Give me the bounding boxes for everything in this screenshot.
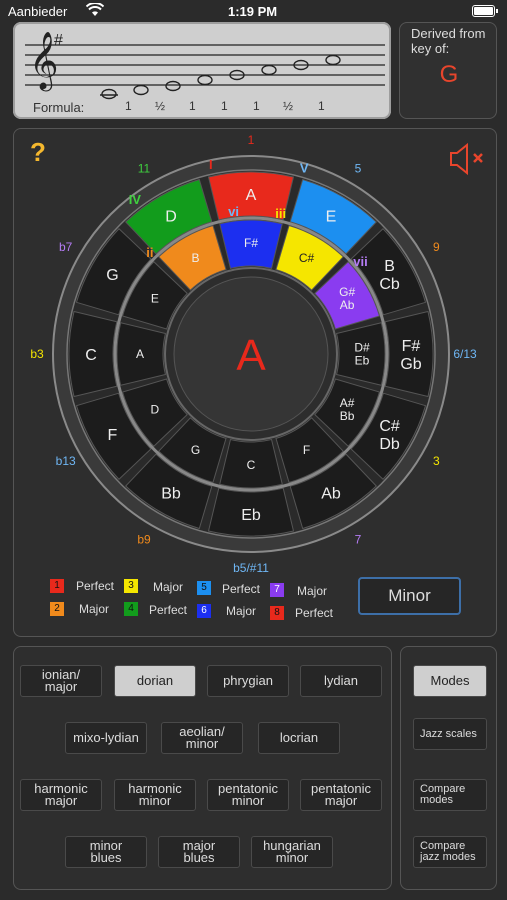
legend-swatch: 2 bbox=[50, 602, 64, 616]
compare-jazz-modes-button[interactable]: Compare jazz modes bbox=[413, 836, 487, 868]
inner-note-label: F# bbox=[244, 236, 258, 250]
legend-label: Major bbox=[226, 604, 257, 618]
inner-note-label: C bbox=[247, 458, 256, 472]
degree-label: b13 bbox=[56, 454, 76, 468]
outer-note-label: A bbox=[246, 187, 257, 204]
outer-note-label: G bbox=[106, 267, 118, 284]
roman-numeral-label: I bbox=[209, 157, 213, 172]
degree-label: b5/#11 bbox=[233, 561, 269, 575]
legend-label: Perfect bbox=[76, 579, 115, 593]
inner-note-label: B bbox=[191, 251, 199, 265]
roman-numeral-label: iii bbox=[275, 206, 286, 221]
degree-label: 6/13 bbox=[453, 347, 477, 361]
scale-button-ionian[interactable]: ionian/ major bbox=[20, 665, 102, 697]
legend-label: Major bbox=[79, 602, 110, 616]
inner-note-label: D# bbox=[354, 341, 370, 355]
center-key-label: A bbox=[236, 331, 266, 380]
degree-label: 5 bbox=[355, 162, 362, 176]
roman-numeral-label: V bbox=[300, 160, 309, 175]
inner-note-label: A bbox=[136, 347, 144, 361]
roman-numeral-label: IV bbox=[129, 192, 142, 207]
legend-swatch: 6 bbox=[197, 604, 211, 618]
legend-label: Perfect bbox=[295, 606, 334, 620]
legend-swatch: 5 bbox=[197, 581, 211, 595]
inner-note-label: G# bbox=[339, 285, 355, 299]
outer-note-label: F bbox=[108, 427, 118, 444]
inner-note-label: F bbox=[303, 443, 310, 457]
scale-button-dorian[interactable]: dorian bbox=[114, 665, 196, 697]
inner-note-label: A# bbox=[340, 396, 355, 410]
degree-label: 1 bbox=[248, 133, 255, 147]
outer-note-label: E bbox=[326, 208, 337, 225]
compare-modes-button[interactable]: Compare modes bbox=[413, 779, 487, 811]
scale-button-hungarian-minor[interactable]: hungarian minor bbox=[251, 836, 333, 868]
roman-numeral-label: vi bbox=[228, 204, 239, 219]
outer-note-label: Gb bbox=[400, 356, 421, 373]
legend-label: Perfect bbox=[222, 582, 261, 596]
scale-button-locrian[interactable]: locrian bbox=[258, 722, 340, 754]
outer-note-label: Cb bbox=[379, 276, 400, 293]
legend-swatch: 3 bbox=[124, 579, 138, 593]
scale-button-harmonic-major[interactable]: harmonic major bbox=[20, 779, 102, 811]
scale-button-major-blues[interactable]: major blues bbox=[158, 836, 240, 868]
outer-note-label: B bbox=[384, 258, 395, 275]
scale-button-aeolian[interactable]: aeolian/ minor bbox=[161, 722, 243, 754]
roman-numeral-label: vii bbox=[353, 254, 367, 269]
legend-label: Major bbox=[297, 584, 328, 598]
scale-button-harmonic-minor[interactable]: harmonic minor bbox=[114, 779, 196, 811]
legend-swatch: 1 bbox=[50, 579, 64, 593]
inner-note-label: G bbox=[191, 443, 200, 457]
outer-note-label: Bb bbox=[161, 486, 181, 503]
jazz-scales-button[interactable]: Jazz scales bbox=[413, 718, 487, 750]
inner-note-label: C# bbox=[299, 251, 315, 265]
inner-note-label: Ab bbox=[340, 298, 355, 312]
scale-button-phrygian[interactable]: phrygian bbox=[207, 665, 289, 697]
outer-note-label: C# bbox=[379, 418, 400, 435]
degree-label: 7 bbox=[355, 532, 362, 546]
legend-label: Perfect bbox=[149, 603, 188, 617]
outer-note-label: Ab bbox=[321, 486, 341, 503]
degree-label: b3 bbox=[30, 347, 44, 361]
outer-note-label: Db bbox=[379, 436, 400, 453]
inner-note-label: Bb bbox=[340, 409, 355, 423]
scale-button-lydian[interactable]: lydian bbox=[300, 665, 382, 697]
outer-note-label: F# bbox=[402, 338, 421, 355]
scale-button-pentatonic-major[interactable]: pentatonic major bbox=[300, 779, 382, 811]
outer-note-label: C bbox=[85, 347, 97, 364]
modes-button[interactable]: Modes bbox=[413, 665, 487, 697]
legend-label: Major bbox=[153, 580, 184, 594]
scale-button-minor-blues[interactable]: minor blues bbox=[65, 836, 147, 868]
roman-numeral-label: ii bbox=[146, 245, 153, 260]
scale-button-mixolydian[interactable]: mixo-lydian bbox=[65, 722, 147, 754]
degree-label: 9 bbox=[433, 240, 440, 254]
scale-button-pentatonic-minor[interactable]: pentatonic minor bbox=[207, 779, 289, 811]
outer-note-label: Eb bbox=[241, 507, 261, 524]
inner-note-label: Eb bbox=[355, 354, 370, 368]
degree-label: 3 bbox=[433, 454, 440, 468]
outer-note-label: D bbox=[165, 208, 177, 225]
legend-swatch: 7 bbox=[270, 583, 284, 597]
circle-of-fifths-wheel[interactable]: AF#EC#BCbG#AbF#GbD#EbC#DbA#BbAbFEbCBbGFD… bbox=[0, 0, 507, 640]
degree-label: b7 bbox=[59, 240, 73, 254]
legend-swatch: 8 bbox=[270, 606, 284, 620]
inner-note-label: D bbox=[151, 403, 160, 417]
inner-note-label: E bbox=[151, 292, 159, 306]
degree-label: b9 bbox=[137, 532, 151, 546]
degree-label: 11 bbox=[138, 162, 151, 176]
legend-swatch: 4 bbox=[124, 602, 138, 616]
minor-toggle-button[interactable]: Minor bbox=[358, 577, 461, 615]
